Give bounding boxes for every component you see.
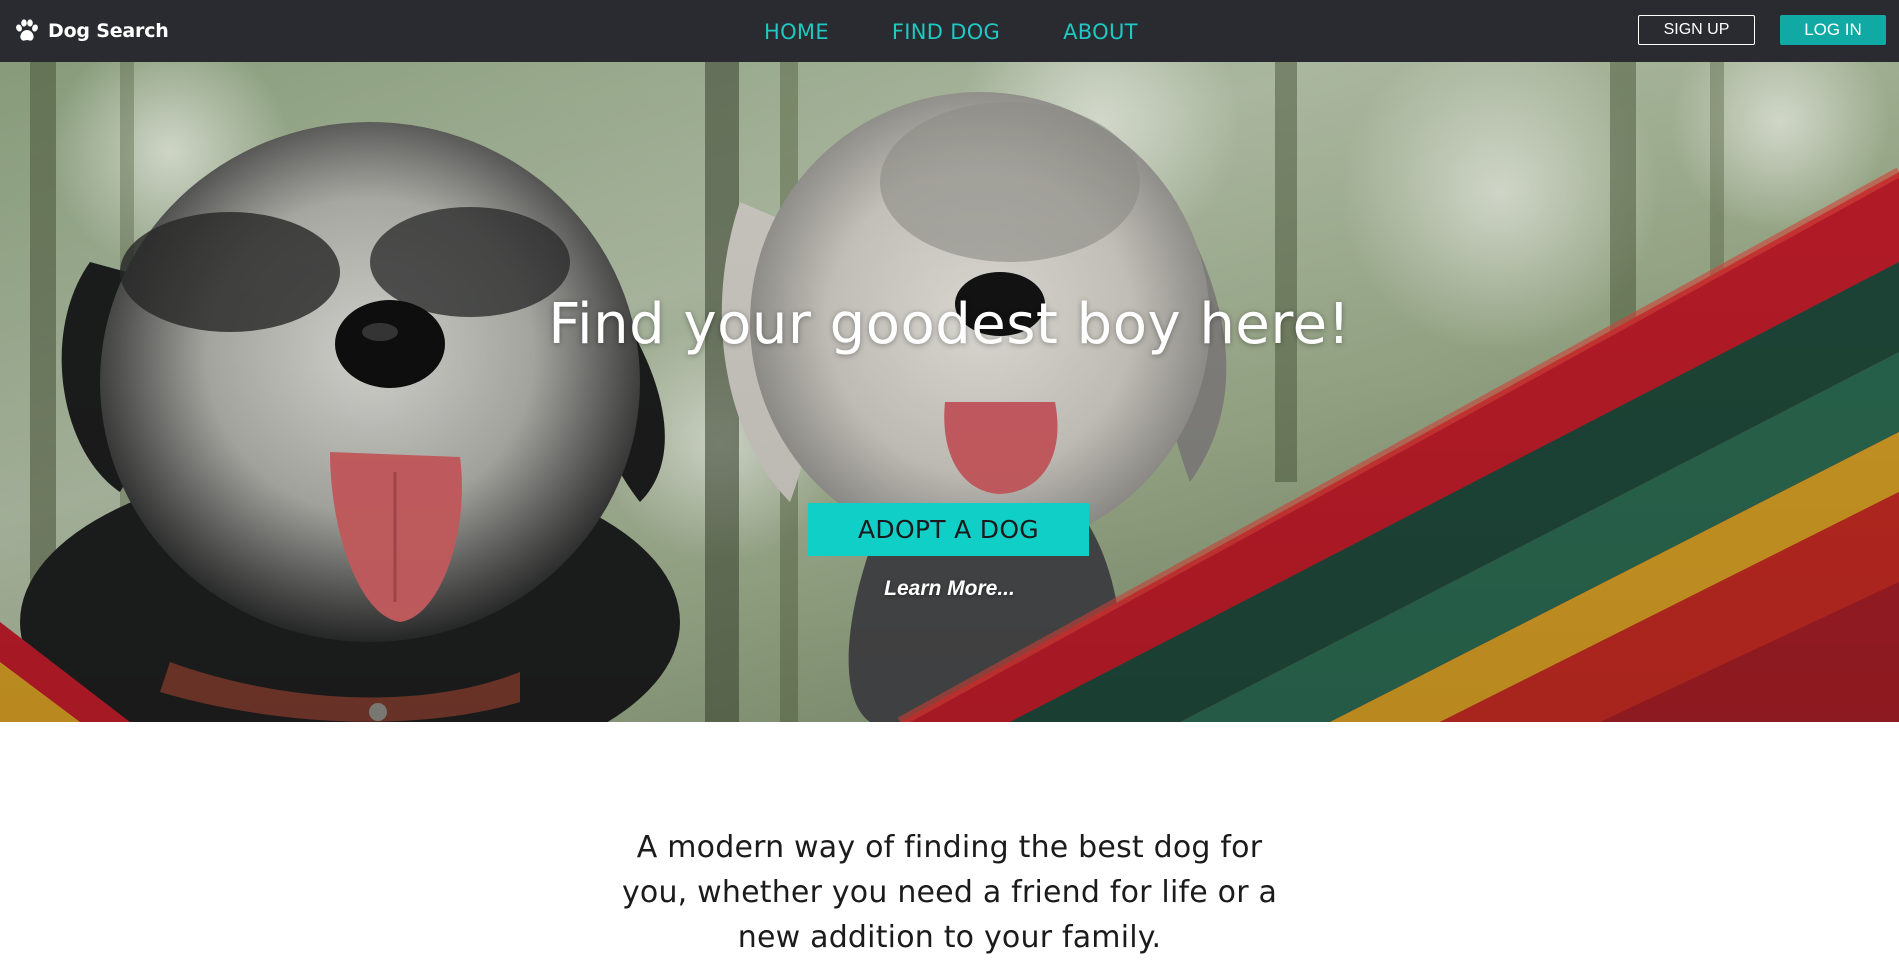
learn-more-link[interactable]: Learn More... [0,577,1899,601]
log-in-button[interactable]: LOG IN [1780,15,1886,45]
hero-title: Find your goodest boy here! [548,292,1351,357]
top-navbar: Dog Search HOME FIND DOG ABOUT SIGN UP L… [0,0,1899,62]
adopt-a-dog-button[interactable]: ADOPT A DOG [808,503,1089,556]
hero-dogs-photo [0,62,1899,722]
brand-name: Dog Search [48,20,169,42]
intro-text: A modern way of finding the best dog for… [621,830,1278,955]
sign-up-button[interactable]: SIGN UP [1638,15,1755,45]
learn-more-label[interactable]: Learn More... [884,577,1015,600]
intro-section: A modern way of finding the best dog for… [0,722,1899,955]
nav-home[interactable]: HOME [764,17,829,47]
main-nav: HOME FIND DOG ABOUT [764,17,1138,47]
brand-link[interactable]: Dog Search [14,17,169,45]
nav-find-dog[interactable]: FIND DOG [892,17,1000,47]
hero-section: Find your goodest boy here! ADOPT A DOG … [0,62,1899,722]
nav-about[interactable]: ABOUT [1063,17,1138,47]
paw-icon [14,18,40,44]
